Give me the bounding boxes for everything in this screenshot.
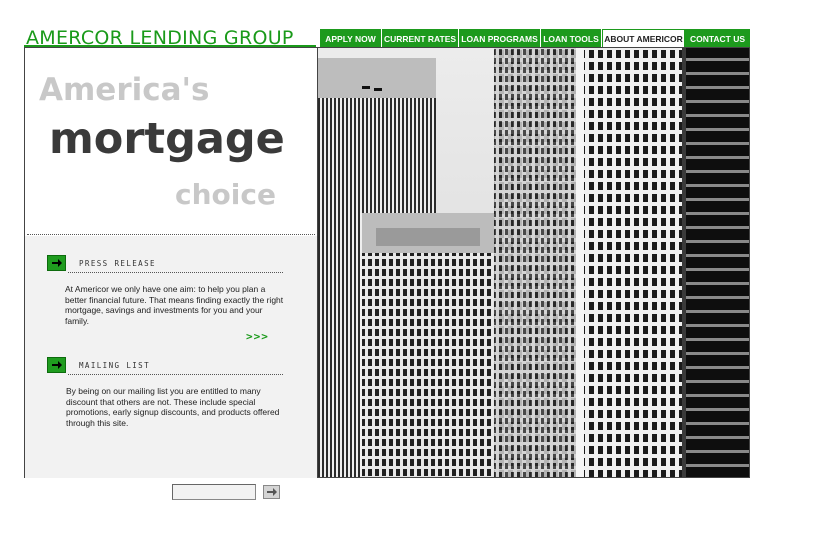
press-release-title: PRESS RELEASE: [79, 258, 156, 268]
press-release-arrow-button[interactable]: [47, 255, 66, 271]
hero-divider: [27, 234, 315, 235]
arrow-right-icon: [51, 361, 62, 369]
press-release-header: PRESS RELEASE: [47, 255, 156, 271]
arrow-right-icon: [266, 488, 277, 496]
hero-line-choice: choice: [175, 178, 276, 211]
main-nav: APPLY NOW CURRENT RATES LOAN PROGRAMS LO…: [320, 29, 750, 48]
hero-tagline: America's mortgage choice: [25, 48, 317, 235]
nav-contact-us[interactable]: CONTACT US: [685, 29, 750, 48]
nav-loan-tools[interactable]: LOAN TOOLS: [541, 29, 602, 48]
press-release-body: At Americor we only have one aim: to hel…: [65, 284, 284, 326]
hero-line-mortgage: mortgage: [49, 114, 285, 164]
hero-photo-skyscrapers: [317, 47, 750, 478]
content-sections: PRESS RELEASE At Americor we only have o…: [25, 236, 317, 500]
nav-loan-programs[interactable]: LOAN PROGRAMS: [459, 29, 541, 48]
mailing-list-header: MAILING LIST: [47, 357, 150, 373]
skyscrapers-image: [318, 48, 749, 477]
mailing-list-arrow-button[interactable]: [47, 357, 66, 373]
hero-line-americas: America's: [39, 72, 210, 108]
nav-about-americor[interactable]: ABOUT AMERICOR: [602, 29, 685, 48]
press-release-rule: [68, 272, 283, 273]
mailing-list-body: By being on our mailing list you are ent…: [66, 386, 280, 428]
left-panel: America's mortgage choice PRESS RELEASE …: [24, 47, 317, 500]
press-release-more-link[interactable]: >>>: [246, 330, 269, 343]
arrow-right-icon: [51, 259, 62, 267]
nav-apply-now[interactable]: APPLY NOW: [320, 29, 382, 48]
mailing-list-title: MAILING LIST: [79, 360, 150, 370]
mailing-list-rule: [68, 374, 283, 375]
mailing-list-submit-button[interactable]: [263, 485, 280, 499]
mailing-list-email-input[interactable]: [172, 484, 256, 500]
nav-current-rates[interactable]: CURRENT RATES: [382, 29, 459, 48]
